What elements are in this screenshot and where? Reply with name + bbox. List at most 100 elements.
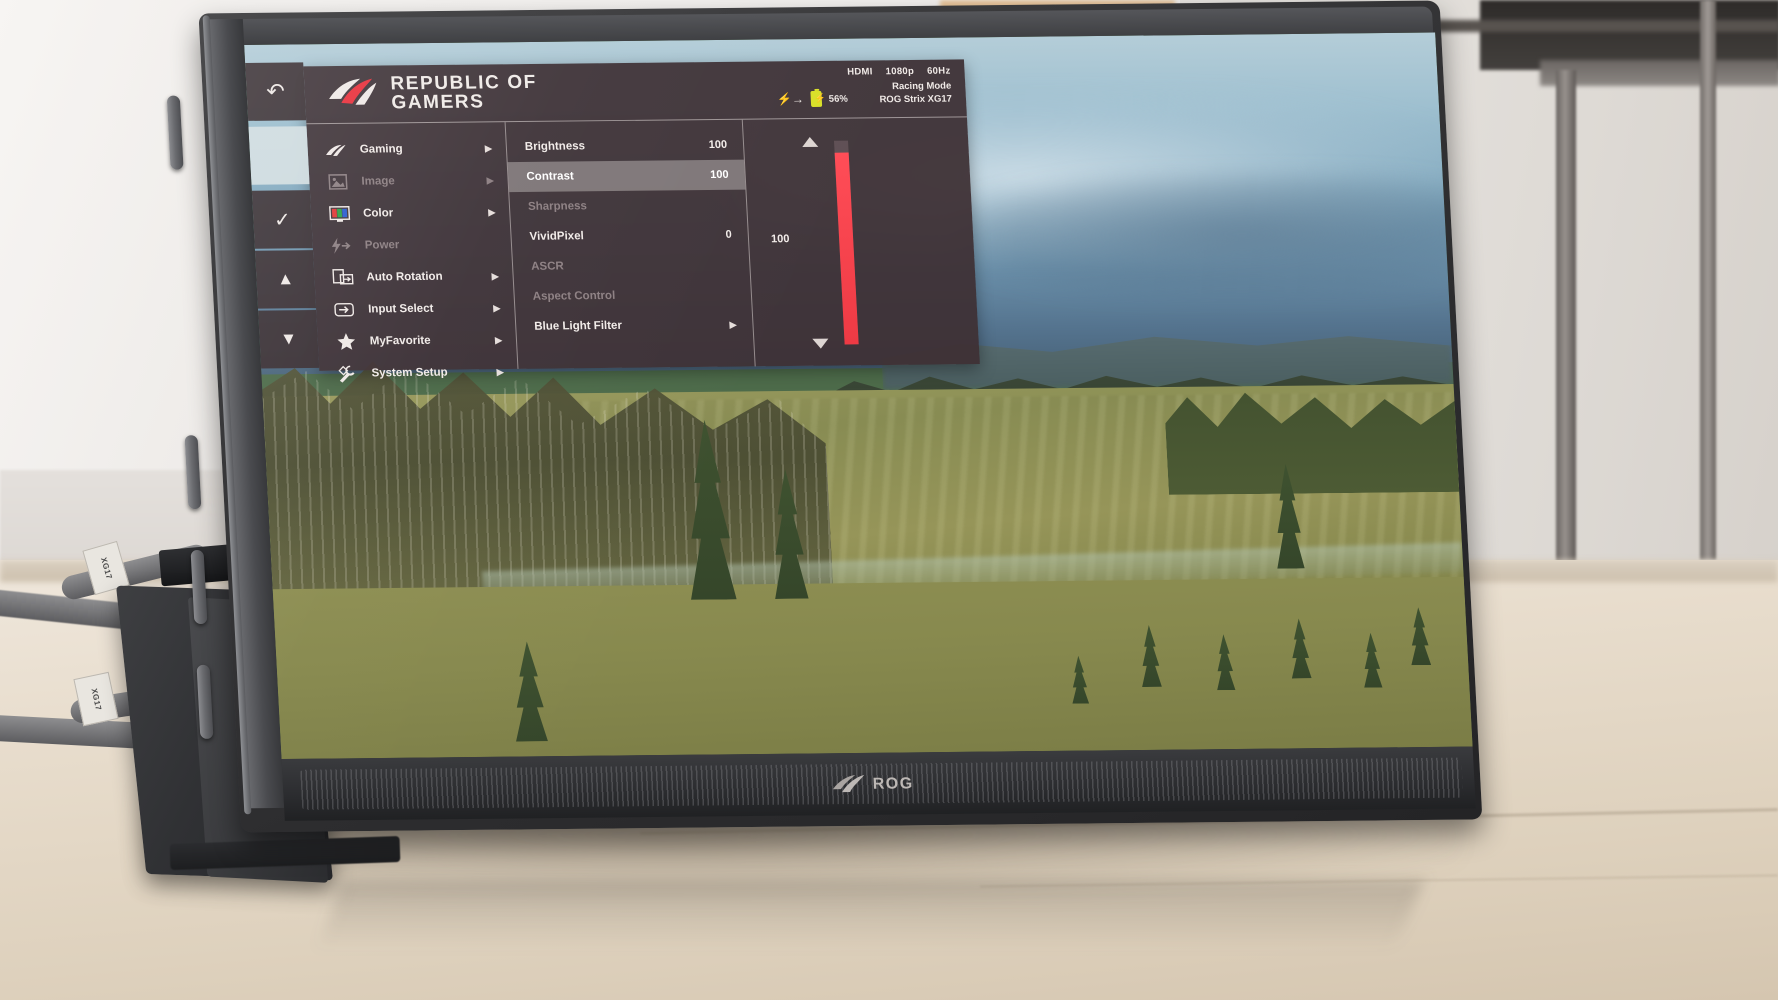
background-pole-secondary — [1700, 0, 1716, 560]
triangle-down-icon: ▼ — [279, 329, 298, 349]
wallpaper-foreground-field — [272, 576, 1473, 760]
osd-signal-row: HDMI 1080p 60Hz — [837, 65, 951, 79]
up-button-hint[interactable]: ▲ — [254, 250, 317, 309]
menu-button-physical[interactable] — [190, 549, 208, 625]
osd-menu-item-myfavorite[interactable]: MyFavorite ▶ — [317, 324, 517, 358]
osd-submenu-label: Brightness — [524, 140, 586, 153]
osd-resolution-label: 1080p — [885, 65, 915, 78]
osd-submenu-item-vividpixel[interactable]: VividPixel 0 — [511, 220, 749, 252]
osd-header: REPUBLIC OF GAMERS HDMI 1080p 60Hz Racin… — [303, 59, 967, 125]
down-button-hint[interactable]: ▼ — [258, 310, 320, 369]
cable-label-upper-text: XG17 — [98, 555, 114, 581]
photo-scene: XG17 XG17 REPUBLIC OF GAMERS HDMI 1080p … — [0, 0, 1778, 1000]
osd-category-list: Gaming ▶ Image ▶ Color ▶ Power Auto Rota… — [306, 122, 517, 383]
chevron-right-icon: ▶ — [484, 142, 493, 153]
color-rgb-icon — [327, 204, 352, 224]
rog-logo-icon — [326, 77, 380, 112]
osd-submenu-value: 0 — [725, 228, 733, 241]
chevron-right-icon: ▶ — [491, 270, 499, 281]
osd-submenu-label: Sharpness — [527, 200, 588, 213]
osd-submenu-item-contrast[interactable]: Contrast 100 — [507, 159, 746, 193]
osd-submenu-label: Contrast — [526, 170, 575, 183]
osd-submenu-item-brightness[interactable]: Brightness 100 — [506, 130, 744, 162]
osd-submenu-item-sharpness[interactable]: Sharpness — [509, 190, 747, 222]
osd-refresh-label: 60Hz — [926, 65, 951, 77]
osd-model-label: ROG Strix XG17 — [879, 93, 953, 106]
osd-submenu-list: Brightness 100 Contrast 100 Sharpness Vi… — [504, 119, 756, 369]
battery-charging-icon: ⚡ — [810, 90, 826, 107]
osd-slider-fill — [834, 152, 859, 345]
osd-menu-item-color[interactable]: Color ▶ — [310, 196, 510, 230]
osd-submenu-item-ascr[interactable]: ASCR — [512, 250, 750, 282]
monitor-desk-reflection — [315, 880, 1425, 950]
osd-battery-row: ⚡→ ⚡ 56% — [776, 90, 849, 108]
scroll-up-arrow[interactable] — [801, 136, 819, 148]
osd-menu-label: Color — [362, 207, 394, 220]
osd-brand-wordmark: REPUBLIC OF GAMERS — [390, 72, 538, 113]
osd-menu-item-input-select[interactable]: Input Select ▶ — [315, 292, 515, 326]
osd-menu-label: MyFavorite — [369, 334, 431, 348]
osd-battery-percent: 56% — [828, 93, 849, 105]
osd-body: Gaming ▶ Image ▶ Color ▶ Power Auto Rota… — [306, 117, 980, 383]
back-button-hint[interactable]: ↶ — [245, 62, 307, 121]
star-icon — [333, 332, 358, 352]
power-bolt-icon: ⚡→ — [776, 92, 805, 107]
osd-submenu-value: 100 — [708, 138, 728, 152]
osd-menu-label: Auto Rotation — [366, 270, 443, 284]
osd-submenu-item-blue-light-filter[interactable]: Blue Light Filter ▶ — [516, 309, 754, 341]
wrench-icon — [335, 364, 360, 384]
image-icon — [325, 172, 350, 192]
chevron-right-icon: ▶ — [488, 206, 496, 217]
portable-monitor: REPUBLIC OF GAMERS HDMI 1080p 60Hz Racin… — [150, 0, 1483, 885]
osd-submenu-label: VividPixel — [529, 230, 585, 243]
close-button-physical[interactable] — [196, 664, 214, 739]
osd-menu-item-auto-rotation[interactable]: Auto Rotation ▶ — [314, 260, 514, 294]
osd-menu-label: Input Select — [367, 302, 434, 316]
scroll-down-arrow[interactable] — [812, 338, 829, 349]
osd-menu-label: Power — [364, 239, 400, 252]
chevron-right-icon: ▶ — [486, 174, 494, 185]
confirm-button-hint[interactable]: ✓ — [251, 190, 313, 249]
osd-slider[interactable]: 100 — [771, 136, 897, 349]
osd-submenu-label: Blue Light Filter — [533, 319, 623, 333]
osd-submenu-label: ASCR — [530, 260, 565, 273]
chin-rog-branding: ROG — [831, 767, 953, 802]
osd-brand-line2: GAMERS — [390, 90, 486, 113]
osd-status-info: HDMI 1080p 60Hz Racing Mode ROG Strix XG… — [837, 65, 952, 107]
osd-menu-item-system-setup[interactable]: System Setup ▶ — [319, 356, 519, 390]
blank-button-hint — [248, 126, 310, 185]
osd-value-slider-panel: 100 — [743, 117, 980, 366]
osd-submenu-value: 100 — [709, 168, 729, 181]
background-pole — [1556, 70, 1576, 570]
battery-bolt-glyph: ⚡ — [814, 92, 826, 103]
osd-menu-label: Gaming — [359, 143, 403, 156]
auto-rotation-icon — [330, 268, 355, 288]
osd-menu-label: Image — [361, 175, 396, 188]
osd-menu-item-power[interactable]: Power — [312, 228, 512, 262]
osd-menu[interactable]: REPUBLIC OF GAMERS HDMI 1080p 60Hz Racin… — [303, 59, 980, 383]
rog-logo-icon — [323, 140, 348, 160]
wallpaper-cloud-dark — [952, 172, 1473, 298]
osd-mode-label: Racing Mode — [891, 80, 952, 93]
rog-logo-icon — [831, 772, 866, 797]
power-button-physical[interactable] — [166, 95, 184, 170]
input-select-icon — [332, 300, 357, 320]
osd-submenu-item-aspect-control[interactable]: Aspect Control — [514, 279, 752, 311]
osd-submenu-label: Aspect Control — [532, 289, 616, 303]
osd-menu-item-image[interactable]: Image ▶ — [309, 164, 509, 198]
background-shelf — [1430, 20, 1778, 32]
chin-logo-text: ROG — [872, 775, 915, 793]
check-icon: ✓ — [273, 208, 292, 232]
joystick-button-physical[interactable] — [184, 435, 202, 510]
osd-menu-label: System Setup — [371, 366, 448, 380]
osd-input-label: HDMI — [846, 66, 873, 78]
osd-menu-item-gaming[interactable]: Gaming ▶ — [307, 132, 507, 166]
monitor-screen: REPUBLIC OF GAMERS HDMI 1080p 60Hz Racin… — [244, 32, 1473, 760]
power-bolt-icon — [328, 236, 353, 256]
chevron-right-icon: ▶ — [494, 334, 503, 345]
back-icon: ↶ — [265, 78, 286, 104]
chevron-right-icon: ▶ — [496, 366, 504, 377]
chevron-right-icon: ▶ — [493, 302, 501, 313]
chevron-right-icon: ▶ — [729, 319, 737, 330]
triangle-up-icon: ▲ — [276, 269, 295, 289]
